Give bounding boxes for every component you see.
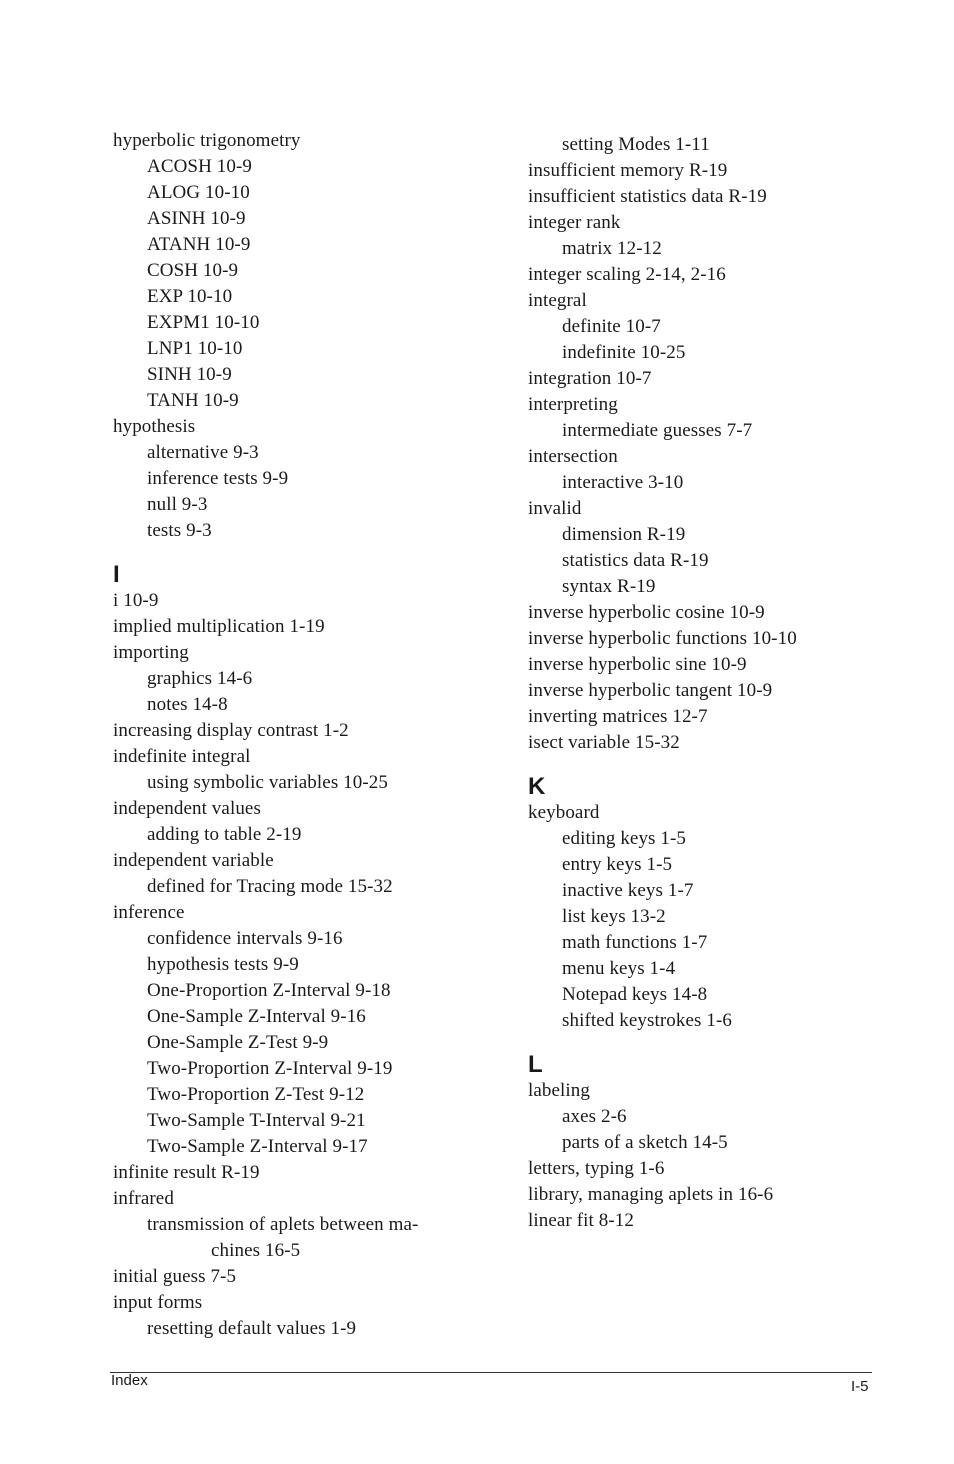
index-subentry: COSH 10-9 (147, 260, 239, 281)
footer-page-number: I-5 (851, 1378, 869, 1395)
index-subentry: alternative 9-3 (147, 442, 259, 463)
index-entry: inverse hyperbolic tangent 10-9 (528, 680, 773, 701)
index-entry: labeling (528, 1080, 591, 1101)
index-subentry: matrix 12-12 (562, 238, 662, 259)
index-subentry: null 9-3 (147, 494, 208, 515)
index-entry: input forms (113, 1292, 203, 1313)
index-entry: initial guess 7-5 (113, 1266, 237, 1287)
index-subentry: Two-Sample T-Interval 9-21 (147, 1110, 366, 1131)
index-subentry: entry keys 1-5 (562, 854, 673, 875)
index-entry: linear fit 8-12 (528, 1210, 634, 1231)
index-entry: i 10-9 (113, 590, 159, 611)
index-subentry: syntax R-19 (562, 576, 656, 597)
index-entry: integration 10-7 (528, 368, 652, 389)
index-entry: infinite result R-19 (113, 1162, 260, 1183)
index-entry: insufficient memory R-19 (528, 160, 728, 181)
index-subentry: defined for Tracing mode 15-32 (147, 876, 393, 897)
index-subentry: EXPM1 10-10 (147, 312, 260, 333)
index-subentry: setting Modes 1-11 (562, 134, 710, 155)
footer-section-label: Index (111, 1372, 148, 1389)
index-column-right: setting Modes 1-11 insufficient memory R-… (528, 132, 868, 1234)
index-subentry: Two-Proportion Z-Test 9-12 (147, 1084, 365, 1105)
index-entry: independent values (113, 798, 261, 819)
index-subentry: chines 16-5 (211, 1240, 301, 1261)
index-entry: hypothesis (113, 416, 196, 437)
index-subentry: intermediate guesses 7-7 (562, 420, 753, 441)
index-entry: integer scaling 2-14, 2-16 (528, 264, 726, 285)
index-subentry: confidence intervals 9-16 (147, 928, 343, 949)
index-subentry: ASINH 10-9 (147, 208, 246, 229)
index-subentry: inactive keys 1-7 (562, 880, 694, 901)
index-entry: indefinite integral (113, 746, 251, 767)
index-letter-heading: I (113, 561, 120, 588)
index-subentry: axes 2-6 (562, 1106, 627, 1127)
index-entry: isect variable 15-32 (528, 732, 680, 753)
index-subentry: LNP1 10-10 (147, 338, 243, 359)
index-entry: increasing display contrast 1-2 (113, 720, 349, 741)
index-entry: inverse hyperbolic sine 10-9 (528, 654, 747, 675)
index-entry: invalid (528, 498, 582, 519)
index-subentry: graphics 14-6 (147, 668, 253, 689)
index-subentry: list keys 13-2 (562, 906, 666, 927)
index-subentry: Notepad keys 14-8 (562, 984, 708, 1005)
index-subentry: interactive 3-10 (562, 472, 684, 493)
index-entry: inverse hyperbolic cosine 10-9 (528, 602, 765, 623)
index-subentry: TANH 10-9 (147, 390, 239, 411)
index-subentry: using symbolic variables 10-25 (147, 772, 388, 793)
index-subentry: menu keys 1-4 (562, 958, 676, 979)
index-subentry: definite 10-7 (562, 316, 661, 337)
index-subentry: One-Proportion Z-Interval 9-18 (147, 980, 391, 1001)
index-subentry: SINH 10-9 (147, 364, 232, 385)
index-subentry: ALOG 10-10 (147, 182, 250, 203)
index-subentry: hypothesis tests 9-9 (147, 954, 299, 975)
index-letter-heading: K (528, 773, 546, 800)
index-subentry: One-Sample Z-Interval 9-16 (147, 1006, 366, 1027)
index-entry: insufficient statistics data R-19 (528, 186, 767, 207)
index-subentry: adding to table 2-19 (147, 824, 302, 845)
index-entry: hyperbolic trigonometry (113, 130, 301, 151)
index-subentry: statistics data R-19 (562, 550, 709, 571)
index-entry: library, managing aplets in 16-6 (528, 1184, 774, 1205)
index-subentry: inference tests 9-9 (147, 468, 289, 489)
index-subentry: editing keys 1-5 (562, 828, 687, 849)
index-entry: intersection (528, 446, 618, 467)
index-entry: inference (113, 902, 185, 923)
index-subentry: Two-Proportion Z-Interval 9-19 (147, 1058, 393, 1079)
index-entry: infrared (113, 1188, 174, 1209)
index-entry: integral (528, 290, 587, 311)
index-subentry: ATANH 10-9 (147, 234, 251, 255)
index-entry: inverting matrices 12-7 (528, 706, 708, 727)
index-entry: inverse hyperbolic functions 10-10 (528, 628, 797, 649)
index-subentry: notes 14-8 (147, 694, 228, 715)
index-subentry: tests 9-3 (147, 520, 212, 541)
index-subentry: transmission of aplets between ma- (147, 1214, 419, 1235)
index-entry: independent variable (113, 850, 274, 871)
index-entry: interpreting (528, 394, 618, 415)
index-subentry: dimension R-19 (562, 524, 686, 545)
index-subentry: ACOSH 10-9 (147, 156, 252, 177)
index-entry: implied multiplication 1-19 (113, 616, 325, 637)
index-subentry: math functions 1-7 (562, 932, 708, 953)
index-subentry: Two-Sample Z-Interval 9-17 (147, 1136, 368, 1157)
index-subentry: One-Sample Z-Test 9-9 (147, 1032, 329, 1053)
index-entry: integer rank (528, 212, 621, 233)
footer-divider (110, 1372, 872, 1373)
index-subentry: parts of a sketch 14-5 (562, 1132, 728, 1153)
index-subentry: indefinite 10-25 (562, 342, 686, 363)
index-entry: letters, typing 1-6 (528, 1158, 665, 1179)
index-column-left: hyperbolic trigonometry ACOSH 10-9 ALOG 10… (113, 128, 513, 1342)
index-subentry: shifted keystrokes 1-6 (562, 1010, 732, 1031)
index-entry: keyboard (528, 802, 600, 823)
index-letter-heading: L (528, 1051, 543, 1078)
index-subentry: EXP 10-10 (147, 286, 233, 307)
index-subentry: resetting default values 1-9 (147, 1318, 357, 1339)
index-entry: importing (113, 642, 189, 663)
